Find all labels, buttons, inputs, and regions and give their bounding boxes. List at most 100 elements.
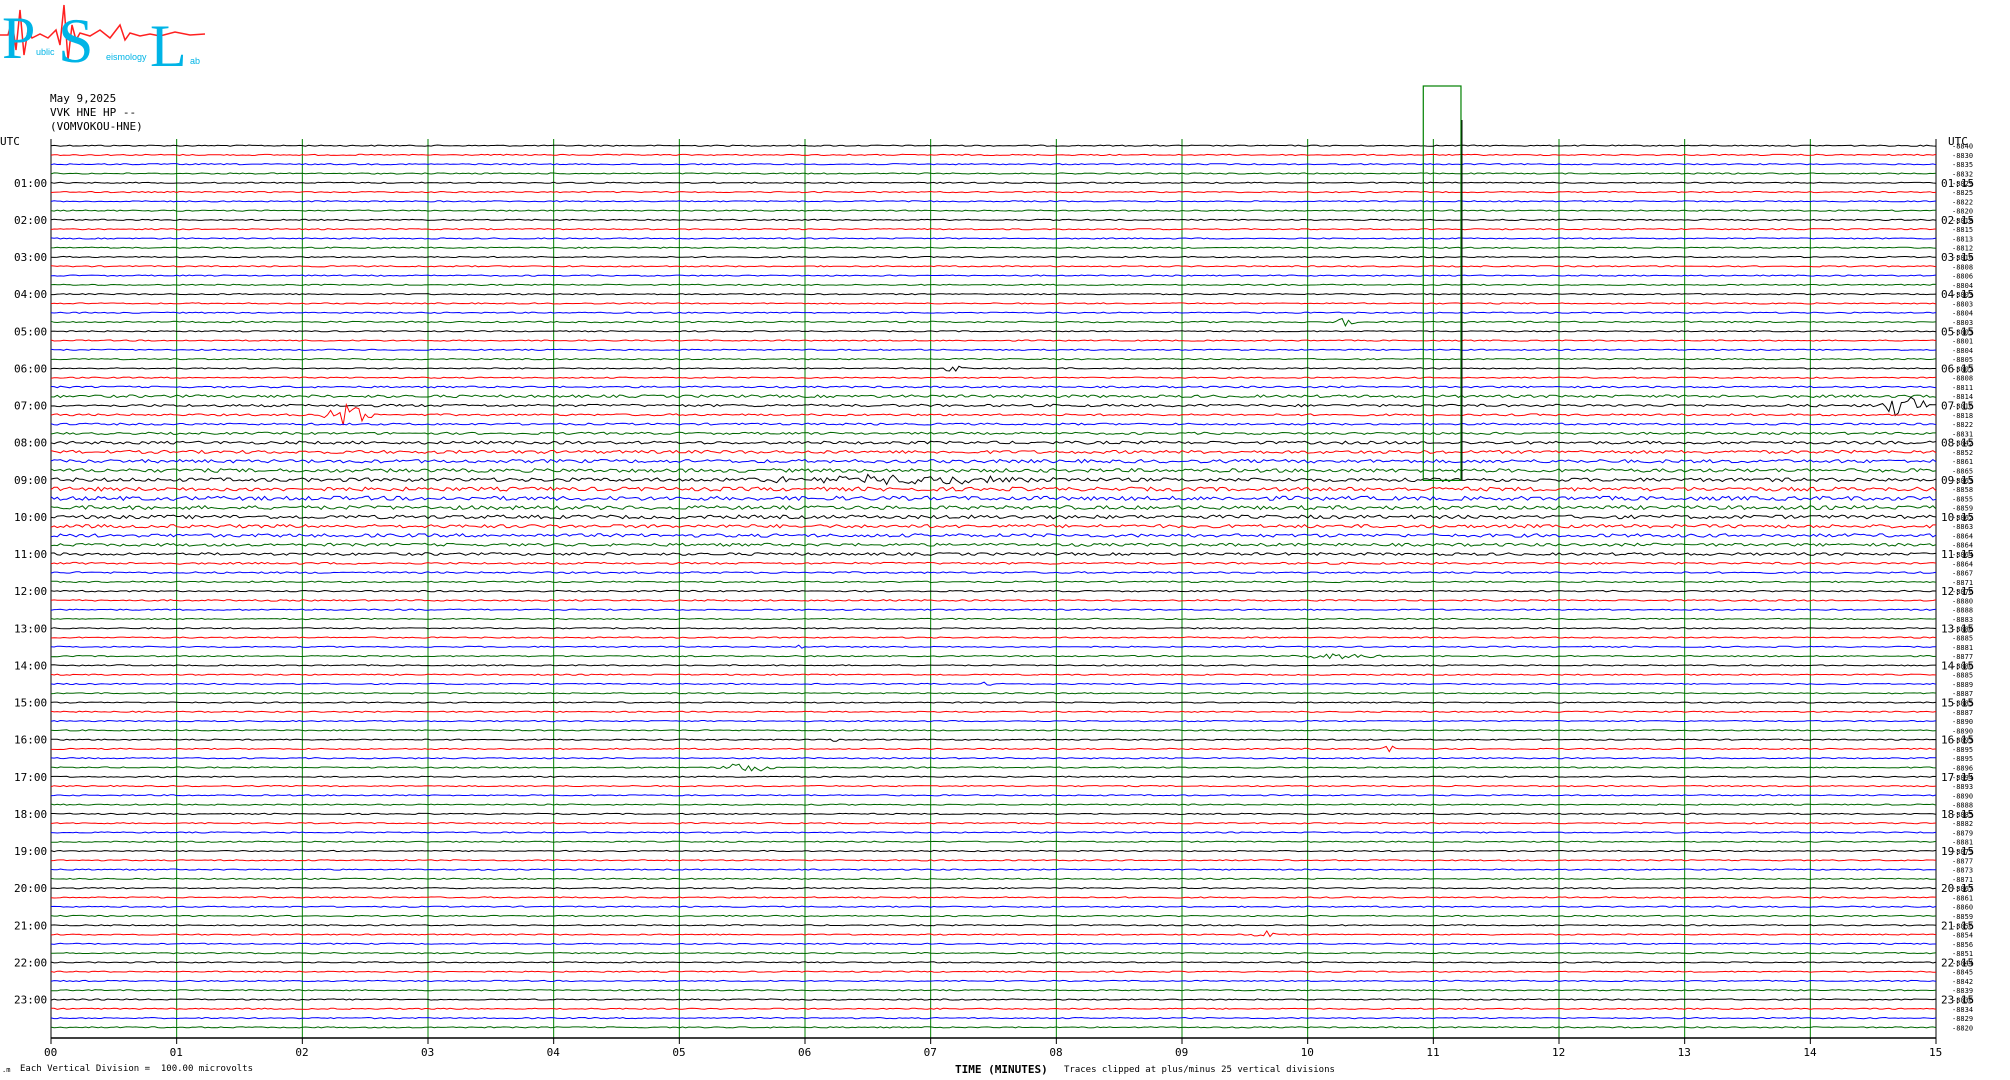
left-hour-label: 16:00 <box>14 734 47 747</box>
right-hour-label: 10:15 <box>1941 511 1974 524</box>
trace-line <box>51 745 1937 753</box>
trace-offset-label: -8804 <box>1952 310 1973 318</box>
trace-line <box>50 1016 1937 1020</box>
trace-line <box>50 701 1937 704</box>
trace-offset-label: -8801 <box>1952 338 1973 346</box>
trace-line <box>50 822 1937 825</box>
left-hour-label: 18:00 <box>14 808 47 821</box>
trace-offset-label: -8835 <box>1952 161 1973 169</box>
trace-offset-label: -8879 <box>1952 829 1973 837</box>
left-hour-label: 07:00 <box>14 400 47 413</box>
trace-line <box>50 979 1937 983</box>
trace-line <box>50 644 1937 649</box>
trace-line <box>50 942 1936 945</box>
trace-offset-label: -8863 <box>1952 523 1973 531</box>
trace-line <box>50 868 1937 871</box>
trace-line <box>50 163 1937 166</box>
trace-line <box>50 929 1937 938</box>
trace-offset-label: -8808 <box>1952 375 1973 383</box>
trace-line <box>50 552 1937 556</box>
trace-line <box>50 385 1937 389</box>
trace-line <box>50 998 1937 1001</box>
trace-line <box>50 302 1937 305</box>
trace-offset-label: -8830 <box>1952 152 1973 160</box>
trace-offset-label: -8885 <box>1952 672 1973 680</box>
trace-offset-label: -8864 <box>1952 560 1973 568</box>
right-hour-label: 05:15 <box>1941 325 1974 338</box>
trace-line <box>50 636 1937 639</box>
trace-line <box>50 317 1937 328</box>
trace-offset-label: -8855 <box>1952 495 1973 503</box>
trace-line <box>50 396 1937 417</box>
left-hour-label: 19:00 <box>14 845 47 858</box>
trace-line <box>50 181 1937 184</box>
left-hour-label: 06:00 <box>14 362 47 375</box>
trace-offset-label: -8829 <box>1952 1015 1973 1023</box>
x-tick-label: 14 <box>1803 1046 1817 1059</box>
right-hour-label: 03:15 <box>1941 251 1974 264</box>
trace-line <box>50 617 1937 621</box>
trace-offset-label: -8890 <box>1952 718 1973 726</box>
right-hour-label: 18:15 <box>1941 808 1974 821</box>
trace-offset-label: -8834 <box>1952 1006 1973 1014</box>
trace-line <box>50 664 1936 667</box>
trace-line <box>50 402 1937 426</box>
left-hour-label: 11:00 <box>14 548 47 561</box>
left-axis-unit: UTC <box>0 135 20 148</box>
x-tick-label: 09 <box>1175 1046 1188 1059</box>
left-hour-label: 02:00 <box>14 214 47 227</box>
trace-line <box>50 571 1937 574</box>
right-hour-label: 22:15 <box>1941 956 1974 969</box>
trace-line <box>50 692 1937 695</box>
left-hour-label: 22:00 <box>14 956 47 969</box>
trace-offset-label: -8890 <box>1952 792 1973 800</box>
trace-line <box>50 357 1937 361</box>
trace-offset-label: -8861 <box>1952 894 1973 902</box>
trace-line <box>50 486 1937 492</box>
trace-line <box>50 330 1937 333</box>
x-tick-label: 13 <box>1678 1046 1691 1059</box>
trace-line <box>50 495 1937 502</box>
trace-offset-label: -8845 <box>1952 969 1973 977</box>
right-hour-label: 08:15 <box>1941 437 1974 450</box>
x-tick-label: 10 <box>1301 1046 1314 1059</box>
trace-offset-label: -8881 <box>1952 644 1973 652</box>
trace-line <box>50 905 1937 908</box>
trace-line <box>50 283 1937 287</box>
right-hour-label: 23:15 <box>1941 994 1974 1007</box>
trace-line <box>50 514 1937 520</box>
trace-line <box>50 710 1937 713</box>
trace-line <box>50 831 1937 834</box>
trace-line <box>50 784 1937 788</box>
trace-line <box>50 200 1937 203</box>
trace-line <box>50 209 1937 212</box>
trace-offset-label: -8861 <box>1952 458 1973 466</box>
left-hour-label: 08:00 <box>14 437 47 450</box>
trace-line <box>50 627 1937 630</box>
trace-line <box>50 449 1937 455</box>
right-hour-label: 20:15 <box>1941 882 1974 895</box>
right-hour-label: 15:15 <box>1941 697 1974 710</box>
x-tick-label: 15 <box>1929 1046 1942 1059</box>
trace-line <box>50 376 1937 379</box>
trace-line <box>50 153 1937 157</box>
trace-offset-label: -8822 <box>1952 421 1973 429</box>
trace-line <box>50 589 1937 593</box>
trace-line <box>50 339 1937 342</box>
left-hour-label: 03:00 <box>14 251 47 264</box>
trace-offset-label: -8885 <box>1952 635 1973 643</box>
right-hour-label: 17:15 <box>1941 771 1974 784</box>
trace-line <box>50 599 1937 602</box>
trace-line <box>50 468 1937 473</box>
trace-line <box>50 653 1937 660</box>
right-hour-label: 02:15 <box>1941 214 1974 227</box>
x-tick-label: 01 <box>170 1046 183 1059</box>
trace-line <box>50 989 1937 992</box>
trace-line <box>51 292 1937 296</box>
trace-line <box>50 144 1937 147</box>
trace-line <box>50 422 1937 426</box>
trace-line <box>50 190 1937 194</box>
trace-line <box>50 1026 1937 1029</box>
footer-mark: .m <box>2 1066 11 1074</box>
trace-line <box>50 172 1937 175</box>
